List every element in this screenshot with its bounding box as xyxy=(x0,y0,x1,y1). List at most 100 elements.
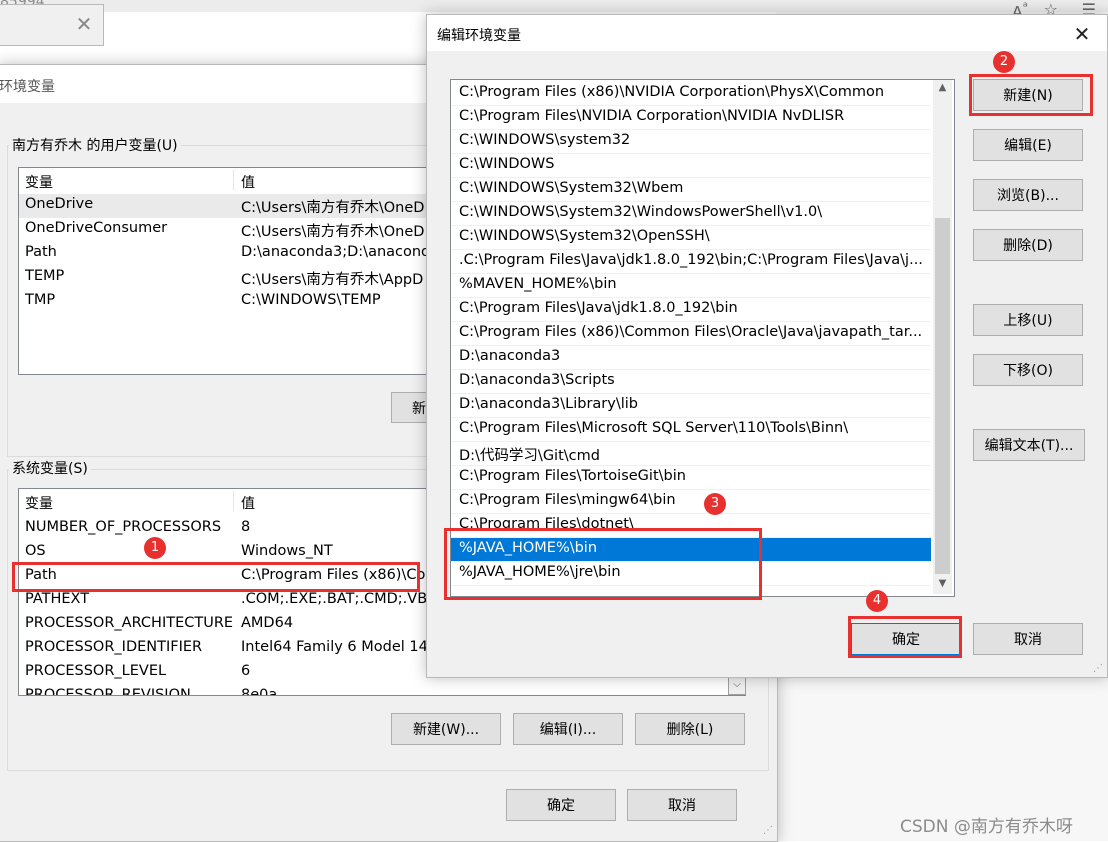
path-entry-row[interactable]: .C:\Program Files\Java\jdk1.8.0_192\bin;… xyxy=(451,250,931,274)
path-entry-text: D:\anaconda3 xyxy=(459,348,561,364)
path-entry-row[interactable]: C:\Program Files\TortoiseGit\bin xyxy=(451,466,931,490)
path-entry-row[interactable]: C:\Program Files (x86)\Common Files\Orac… xyxy=(451,322,931,346)
scrollbar-thumb[interactable] xyxy=(935,218,950,574)
path-entry-text: C:\Program Files (x86)\NVIDIA Corporatio… xyxy=(459,84,885,100)
var-value: .COM;.EXE;.BAT;.CMD;.VBS xyxy=(241,591,437,607)
path-entry-row[interactable]: C:\Program Files\mingw64\bin xyxy=(451,490,931,514)
system-new-button[interactable]: 新建(W)... xyxy=(391,713,501,745)
var-name: PROCESSOR_IDENTIFIER xyxy=(25,639,203,655)
system-edit-button[interactable]: 编辑(I)... xyxy=(513,713,623,745)
var-value: 8e0a xyxy=(241,687,278,696)
scroll-down-arrow-icon[interactable]: ▼ xyxy=(934,578,951,589)
var-value: C:\Users\南方有乔木\OneD xyxy=(241,200,425,216)
path-entry-row[interactable]: C:\WINDOWS\System32\WindowsPowerShell\v1… xyxy=(451,202,931,226)
browse-button[interactable]: 浏览(B)... xyxy=(973,179,1083,211)
resize-grip-icon[interactable]: ⋰ xyxy=(763,825,773,836)
column-header-variable[interactable]: 变量 xyxy=(25,493,53,513)
var-name: OS xyxy=(25,543,46,559)
watermark: CSDN @南方有乔木呀 xyxy=(900,817,1073,837)
path-entry-row[interactable]: D:\代码学习\Git\cmd xyxy=(451,442,931,466)
background-window: ✕ xyxy=(0,4,104,46)
path-entry-text: C:\WINDOWS\system32 xyxy=(459,132,631,148)
var-value: C:\Users\南方有乔木\OneD xyxy=(241,224,425,240)
env-dialog-title: 环境变量 xyxy=(0,79,55,95)
var-name: PROCESSOR_REVISION xyxy=(25,687,191,696)
delete-entry-button[interactable]: 删除(D) xyxy=(973,229,1083,261)
path-entry-row[interactable]: C:\WINDOWS\system32 xyxy=(451,130,931,154)
path-entry-text: C:\Program Files\TortoiseGit\bin xyxy=(459,468,686,484)
path-entry-text: D:\代码学习\Git\cmd xyxy=(459,448,600,464)
path-entry-row[interactable]: C:\WINDOWS\System32\OpenSSH\ xyxy=(451,226,931,250)
var-name: TEMP xyxy=(25,268,65,284)
var-name: TMP xyxy=(25,292,56,308)
path-entry-text: D:\anaconda3\Scripts xyxy=(459,372,615,388)
path-entry-text: C:\Program Files\Microsoft SQL Server\11… xyxy=(459,420,849,436)
annotation-badge: 2 xyxy=(993,51,1015,73)
column-separator xyxy=(233,170,234,190)
column-header-value[interactable]: 值 xyxy=(241,493,255,513)
vertical-scrollbar[interactable]: ▲ ▼ xyxy=(933,80,952,594)
path-entry-row[interactable]: D:\anaconda3 xyxy=(451,346,931,370)
path-entry-text: .C:\Program Files\Java\jdk1.8.0_192\bin;… xyxy=(459,252,923,268)
var-value: Windows_NT xyxy=(241,543,333,559)
annotation-box-new-button xyxy=(969,74,1093,116)
scroll-up-arrow-icon[interactable]: ▲ xyxy=(934,82,951,93)
var-value: AMD64 xyxy=(241,615,294,631)
user-variables-label: 南方有乔木 的用户变量(U) xyxy=(9,135,181,155)
env-ok-button[interactable]: 确定 xyxy=(506,789,616,821)
var-name: PROCESSOR_ARCHITECTURE xyxy=(25,615,234,631)
annotation-badge: 4 xyxy=(866,590,888,612)
env-cancel-button[interactable]: 取消 xyxy=(627,789,737,821)
path-entry-row[interactable]: C:\WINDOWS xyxy=(451,154,931,178)
annotation-badge: 1 xyxy=(144,537,166,559)
column-header-value[interactable]: 值 xyxy=(241,172,255,192)
column-separator xyxy=(233,491,234,511)
path-entry-row[interactable]: D:\anaconda3\Scripts xyxy=(451,370,931,394)
edit-text-button[interactable]: 编辑文本(T)... xyxy=(973,429,1085,461)
path-entry-row[interactable]: C:\WINDOWS\System32\Wbem xyxy=(451,178,931,202)
var-name: NUMBER_OF_PROCESSORS xyxy=(25,519,222,535)
path-entry-text: C:\WINDOWS\System32\Wbem xyxy=(459,180,684,196)
var-value: 6 xyxy=(241,663,251,679)
resize-grip-icon[interactable]: ⋰ xyxy=(1093,663,1103,674)
edit-entry-button[interactable]: 编辑(E) xyxy=(973,129,1083,161)
path-entry-row[interactable]: C:\Program Files\Microsoft SQL Server\11… xyxy=(451,418,931,442)
edit-cancel-button[interactable]: 取消 xyxy=(973,623,1083,655)
var-name: OneDrive xyxy=(25,196,94,212)
var-value: C:\WINDOWS\TEMP xyxy=(241,292,381,308)
system-variables-label: 系统变量(S) xyxy=(9,458,91,478)
var-name: PROCESSOR_LEVEL xyxy=(25,663,167,679)
annotation-box-new-entries xyxy=(444,528,762,600)
column-header-variable[interactable]: 变量 xyxy=(25,172,53,192)
background-top-strip xyxy=(0,0,1108,12)
path-entry-text: C:\WINDOWS xyxy=(459,156,555,172)
var-name: OneDriveConsumer xyxy=(25,220,168,236)
system-delete-button[interactable]: 删除(L) xyxy=(635,713,745,745)
close-icon[interactable]: ✕ xyxy=(1067,19,1097,49)
path-entry-text: C:\WINDOWS\System32\WindowsPowerShell\v1… xyxy=(459,204,823,220)
annotation-box-ok-button xyxy=(848,616,962,658)
scroll-down-arrow-icon[interactable]: ⌵ xyxy=(728,675,746,695)
path-entry-text: C:\Program Files\NVIDIA Corporation\NVID… xyxy=(459,108,845,124)
path-entry-text: C:\WINDOWS\System32\OpenSSH\ xyxy=(459,228,710,244)
path-entry-text: D:\anaconda3\Library\lib xyxy=(459,396,638,412)
system-var-row[interactable]: PROCESSOR_REVISION 8e0a xyxy=(19,685,745,696)
var-value: Intel64 Family 6 Model 14 xyxy=(241,639,428,655)
path-entry-row[interactable]: %MAVEN_HOME%\bin xyxy=(451,274,931,298)
path-entry-row[interactable]: C:\Program Files\NVIDIA Corporation\NVID… xyxy=(451,106,931,130)
move-down-button[interactable]: 下移(O) xyxy=(973,354,1083,386)
close-icon[interactable]: ✕ xyxy=(69,9,99,39)
path-entries-list[interactable]: %JAVA_HOME%\jre\bin %JAVA_HOME%\bin C:\Pro… xyxy=(450,79,955,597)
edit-dialog-titlebar: 编辑环境变量 ✕ xyxy=(427,15,1107,51)
move-up-button[interactable]: 上移(U) xyxy=(973,304,1083,336)
var-name: Path xyxy=(25,244,57,260)
var-value: C:\Users\南方有乔木\AppD xyxy=(241,272,424,288)
path-entry-text: C:\Program Files (x86)\Common Files\Orac… xyxy=(459,324,923,340)
path-entry-row[interactable]: C:\Program Files\Java\jdk1.8.0_192\bin xyxy=(451,298,931,322)
edit-dialog-title: 编辑环境变量 xyxy=(437,28,521,44)
path-entry-text: %MAVEN_HOME%\bin xyxy=(459,276,617,292)
annotation-box-path-row xyxy=(12,562,420,592)
path-entry-text: C:\Program Files\Java\jdk1.8.0_192\bin xyxy=(459,300,738,316)
path-entry-row[interactable]: C:\Program Files (x86)\NVIDIA Corporatio… xyxy=(451,82,931,106)
path-entry-row[interactable]: D:\anaconda3\Library\lib xyxy=(451,394,931,418)
